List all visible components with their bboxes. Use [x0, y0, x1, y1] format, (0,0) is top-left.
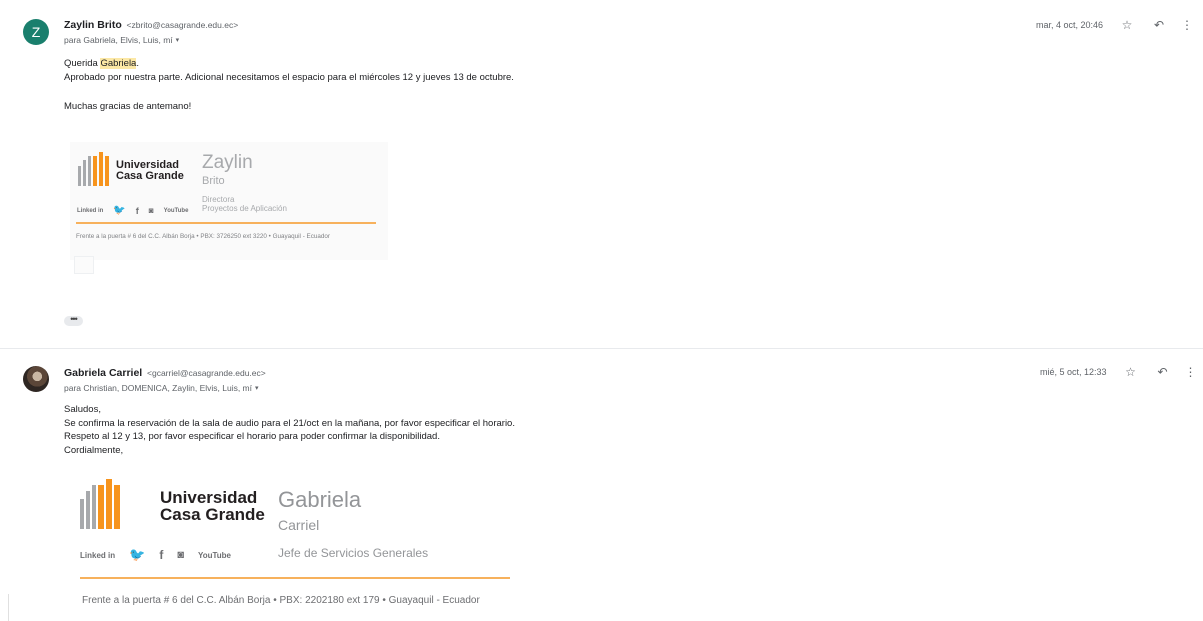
- message-date: mié, 5 oct, 12:33: [1040, 367, 1107, 377]
- attachment-placeholder: [74, 256, 94, 274]
- university-line1: Universidad: [160, 488, 258, 507]
- social-links: Linked in 🐦 f ◙ YouTube: [77, 205, 188, 216]
- signature-role: Jefe de Servicios Generales: [278, 546, 429, 560]
- signature-last-name: Brito: [202, 175, 225, 187]
- signature-last-name: Carriel: [278, 517, 320, 533]
- greeting-line: Querida Gabriela.: [64, 57, 514, 71]
- show-details-chevron-icon[interactable]: ▾: [176, 36, 180, 44]
- social-links: Linked in 🐦 f ◙ YouTube: [80, 547, 231, 563]
- email-signature-image: Universidad Casa Grande Gabriela Carriel…: [78, 473, 518, 613]
- twitter-icon[interactable]: 🐦: [129, 547, 145, 563]
- message-body: Querida Gabriela. Aprobado por nuestra p…: [64, 57, 514, 114]
- avatar-letter: Z: [31, 24, 41, 40]
- body-line: Cordialmente,: [64, 444, 124, 456]
- role-line2: Proyectos de Aplicación: [202, 204, 287, 214]
- recipients-text: para Christian, DOMENICA, Zaylin, Elvis,…: [64, 383, 252, 393]
- signature-divider: [76, 222, 376, 224]
- twitter-icon[interactable]: 🐦: [113, 205, 125, 216]
- body-line: Respeto al 12 y 13, por favor especifica…: [64, 431, 440, 442]
- sender-name[interactable]: Gabriela Carriel: [64, 367, 142, 379]
- sender-line: Gabriela Carriel <gcarriel@casagrande.ed…: [64, 367, 266, 379]
- signature-first-name: Gabriela: [278, 487, 362, 512]
- closing-line: Muchas gracias de antemano!: [64, 101, 192, 112]
- signature-first-name: Zaylin: [202, 152, 253, 173]
- greeting-prefix: Querida: [64, 58, 101, 69]
- recipients-line: para Gabriela, Elvis, Luis, mí ▾: [64, 35, 238, 45]
- signature-address: Frente a la puerta # 6 del C.C. Albán Bo…: [82, 595, 480, 606]
- recipients-text: para Gabriela, Elvis, Luis, mí: [64, 35, 173, 45]
- instagram-icon[interactable]: ◙: [149, 206, 154, 215]
- body-line: Se confirma la reservación de la sala de…: [64, 417, 515, 429]
- facebook-icon[interactable]: f: [136, 206, 139, 216]
- message-meta: mié, 5 oct, 12:33 ☆ ↶ ⋮: [1040, 365, 1203, 379]
- university-logo-mark: [80, 479, 120, 529]
- sender-line: Zaylin Brito <zbrito@casagrande.edu.ec>: [64, 19, 238, 31]
- sender-avatar[interactable]: Z: [23, 19, 49, 45]
- instagram-icon[interactable]: ◙: [177, 549, 184, 561]
- message-body: Saludos, Se confirma la reservación de l…: [64, 403, 515, 457]
- sender-name[interactable]: Zaylin Brito: [64, 19, 122, 31]
- facebook-icon[interactable]: f: [159, 548, 163, 562]
- message-header: Gabriela Carriel <gcarriel@casagrande.ed…: [64, 367, 266, 393]
- linkedin-icon[interactable]: Linked in: [80, 551, 115, 560]
- linkedin-icon[interactable]: Linked in: [77, 208, 103, 214]
- university-name: Universidad Casa Grande: [116, 160, 184, 182]
- show-details-chevron-icon[interactable]: ▾: [255, 384, 259, 392]
- message-meta: mar, 4 oct, 20:46 ☆ ↶ ⋮: [1036, 18, 1199, 32]
- signature-address: Frente a la puerta # 6 del C.C. Albán Bo…: [76, 233, 330, 240]
- star-icon[interactable]: ☆: [1119, 365, 1143, 379]
- sender-avatar-photo[interactable]: [23, 366, 49, 392]
- body-line: Saludos,: [64, 404, 101, 415]
- university-line2: Casa Grande: [160, 505, 265, 524]
- sender-email: <zbrito@casagrande.edu.ec>: [126, 20, 239, 30]
- youtube-icon[interactable]: YouTube: [164, 208, 189, 214]
- email-signature-image: Universidad Casa Grande Zaylin Brito Lin…: [70, 142, 388, 260]
- recipients-line: para Christian, DOMENICA, Zaylin, Elvis,…: [64, 383, 266, 393]
- show-trimmed-content-button[interactable]: •••: [64, 315, 83, 326]
- body-line: Aprobado por nuestra parte. Adicional ne…: [64, 71, 514, 83]
- signature-divider: [80, 577, 510, 579]
- reply-icon[interactable]: ↶: [1151, 365, 1175, 379]
- panel-edge: [8, 594, 9, 621]
- more-options-icon[interactable]: ⋮: [1175, 18, 1199, 32]
- signature-role: Directora Proyectos de Aplicación: [202, 195, 287, 213]
- youtube-icon[interactable]: YouTube: [198, 551, 231, 560]
- university-line2: Casa Grande: [116, 170, 184, 182]
- sender-email: <gcarriel@casagrande.edu.ec>: [147, 368, 266, 378]
- role-line1: Directora: [202, 195, 235, 204]
- reply-icon[interactable]: ↶: [1147, 18, 1171, 32]
- university-name: Universidad Casa Grande: [160, 489, 265, 523]
- greeting-suffix: .: [136, 58, 139, 69]
- message-header: Zaylin Brito <zbrito@casagrande.edu.ec> …: [64, 19, 238, 45]
- message-date: mar, 4 oct, 20:46: [1036, 20, 1104, 30]
- university-logo-mark: [78, 152, 109, 186]
- highlighted-name: Gabriela: [100, 58, 137, 69]
- more-options-icon[interactable]: ⋮: [1179, 365, 1203, 379]
- star-icon[interactable]: ☆: [1115, 18, 1139, 32]
